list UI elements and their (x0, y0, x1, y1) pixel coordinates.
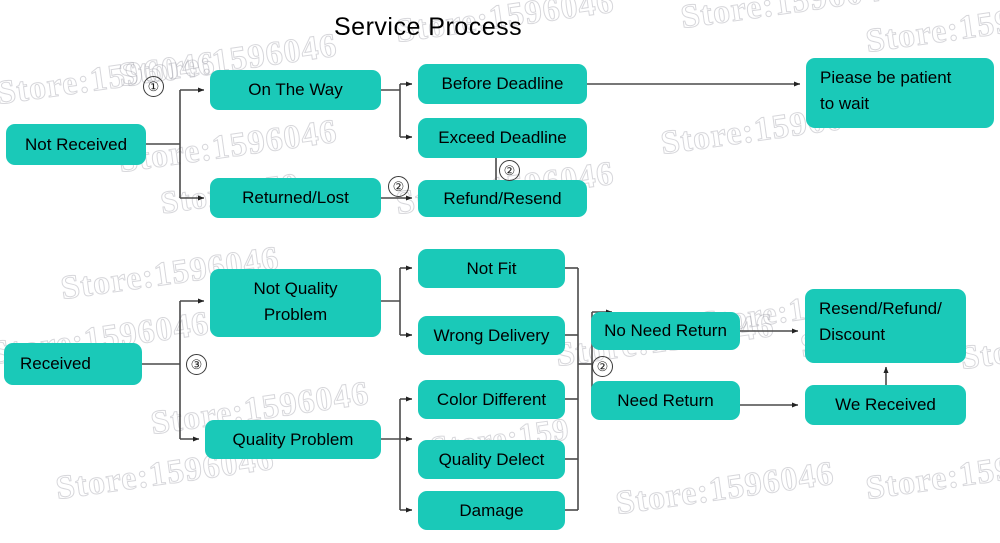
step-marker-2-returned: ② (388, 176, 409, 197)
node-not-received[interactable]: Not Received (6, 124, 146, 165)
node-quality-problem[interactable]: Quality Problem (205, 420, 381, 459)
node-please-be-patient-to-wait[interactable]: Piease be patient to wait (806, 58, 994, 128)
node-line-1: Not Quality (253, 279, 338, 298)
page-title: Service Process (334, 13, 523, 41)
node-resend-refund-discount[interactable]: Resend/Refund/ Discount (805, 289, 966, 363)
node-not-fit[interactable]: Not Fit (418, 249, 565, 288)
step-marker-2-return: ② (592, 356, 613, 377)
node-returned-lost[interactable]: Returned/Lost (210, 178, 381, 218)
step-marker-1: ① (143, 76, 164, 97)
node-line-2: Discount (819, 324, 886, 344)
node-refund-resend[interactable]: Refund/Resend (418, 180, 587, 217)
step-marker-2-exceed: ② (499, 160, 520, 181)
node-before-deadline[interactable]: Before Deadline (418, 64, 587, 104)
node-wrong-delivery[interactable]: Wrong Delivery (418, 316, 565, 355)
node-quality-delect[interactable]: Quality Delect (418, 440, 565, 479)
node-damage[interactable]: Damage (418, 491, 565, 530)
node-line-2: to wait (820, 93, 870, 113)
node-line-1: Resend/Refund/ (819, 299, 942, 318)
node-received[interactable]: Received (4, 343, 142, 385)
step-marker-3: ③ (186, 354, 207, 375)
node-on-the-way[interactable]: On The Way (210, 70, 381, 110)
node-we-received[interactable]: We Received (805, 385, 966, 425)
node-no-need-return[interactable]: No Need Return (591, 312, 740, 350)
node-line-2: Problem (263, 304, 328, 324)
node-color-different[interactable]: Color Different (418, 380, 565, 419)
node-exceed-deadline[interactable]: Exceed Deadline (418, 118, 587, 158)
node-line-1: Piease be patient (820, 68, 952, 87)
node-not-quality-problem[interactable]: Not Quality Problem (210, 269, 381, 337)
service-process-diagram: Store:1596046 Store:1596046 Store:159604… (0, 0, 1000, 543)
node-need-return[interactable]: Need Return (591, 381, 740, 420)
